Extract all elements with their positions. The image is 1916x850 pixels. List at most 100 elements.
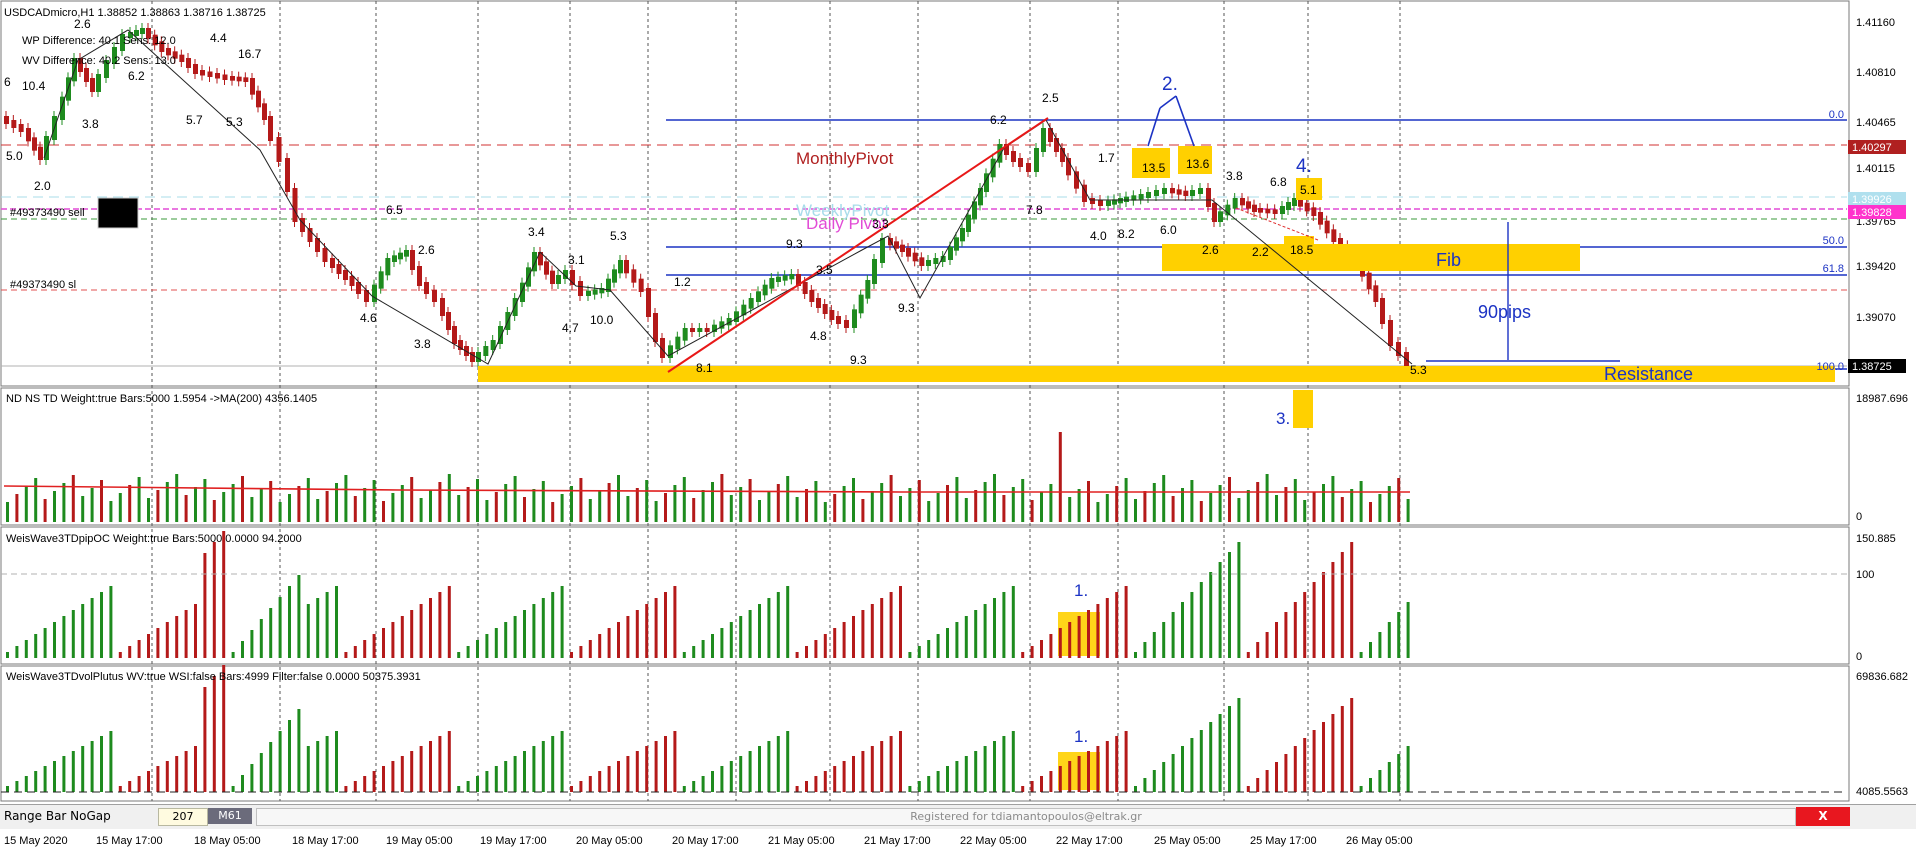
histogram-bar [513, 476, 517, 522]
histogram-bar [1322, 572, 1325, 658]
histogram-bar [128, 485, 132, 522]
wave-number: 3.3 [872, 217, 889, 231]
histogram-bar [485, 500, 489, 522]
histogram-bar [1002, 736, 1006, 792]
candle-body [1246, 201, 1251, 209]
histogram-bar [1096, 604, 1100, 658]
histogram-bar [974, 610, 978, 658]
histogram-bar [259, 619, 263, 658]
candle-body [4, 116, 9, 124]
candle-body [894, 241, 899, 249]
histogram-bar [842, 622, 846, 658]
candle-body [906, 248, 911, 257]
histogram-bar [325, 736, 329, 792]
histogram-bar [1387, 762, 1391, 792]
histogram-bar [344, 786, 348, 792]
histogram-bar [645, 746, 649, 792]
histogram-bar [306, 478, 310, 522]
histogram-bar [748, 610, 752, 658]
box-mark-3 [1293, 390, 1313, 428]
candle-body [690, 328, 695, 332]
ndns-panel[interactable] [0, 387, 1850, 526]
histogram-bar [720, 628, 724, 658]
histogram-bar [62, 756, 66, 792]
candle-body [38, 146, 43, 160]
histogram-bar [1340, 706, 1344, 792]
histogram-bar [81, 604, 85, 658]
histogram-bar [81, 496, 85, 522]
histogram-bar [269, 481, 273, 522]
histogram-bar [1228, 477, 1231, 522]
timeframe-badge[interactable]: M61 [208, 808, 252, 824]
histogram-bar [269, 608, 273, 658]
histogram-bar [43, 628, 47, 658]
histogram-bar [955, 761, 959, 792]
histogram-bar [1303, 592, 1307, 658]
histogram-bar [100, 736, 103, 792]
wwvol-scale-bottom: 4085.5563 [1856, 786, 1908, 798]
histogram-bar [1087, 610, 1090, 658]
main-panel[interactable] [0, 0, 1850, 387]
histogram-bar [382, 766, 385, 792]
wave-number: 5.0 [6, 149, 23, 163]
histogram-bar [1378, 770, 1382, 792]
histogram-bar [325, 491, 329, 522]
histogram-bar [1162, 475, 1166, 522]
candle-body [1388, 320, 1393, 346]
histogram-bar [118, 786, 122, 792]
histogram-bar [353, 496, 357, 522]
histogram-bar [993, 598, 996, 658]
bar-count-field[interactable]: 207 [158, 808, 208, 826]
histogram-bar [6, 502, 9, 522]
histogram-bar [34, 634, 38, 658]
close-button[interactable]: X [1796, 807, 1850, 826]
histogram-bar [1312, 582, 1316, 658]
histogram-bar [109, 501, 113, 522]
candle-body [336, 264, 342, 274]
histogram-bar [372, 771, 376, 792]
histogram-bar [805, 489, 808, 522]
histogram-bar [34, 478, 38, 522]
histogram-bar [635, 488, 639, 522]
histogram-bar [24, 640, 28, 658]
candle-body [96, 74, 101, 92]
wave-number: 3.1 [568, 253, 585, 267]
histogram-bar [344, 475, 348, 522]
mark-4-label: 4. [1296, 156, 1312, 177]
wave-number: 8.2 [1118, 227, 1135, 241]
candle-body [404, 250, 409, 257]
histogram-bar [53, 491, 56, 522]
fib-level-label: 0.0 [1829, 109, 1844, 121]
histogram-bar [34, 771, 38, 792]
histogram-bar [682, 477, 686, 522]
histogram-bar [1040, 492, 1043, 522]
price-tick: 1.39420 [1856, 261, 1896, 273]
candle-body [1090, 198, 1095, 204]
wave-number: 5.3 [1410, 363, 1427, 377]
histogram-bar [1246, 652, 1250, 658]
histogram-bar [889, 475, 893, 522]
histogram-bar [748, 479, 752, 522]
histogram-bar [137, 640, 141, 658]
candle-body [912, 252, 918, 262]
chart-canvas[interactable]: USDCADmicro,H1 1.38852 1.38863 1.38716 1… [0, 0, 1916, 850]
histogram-bar [560, 731, 564, 792]
histogram-bar [776, 592, 780, 658]
histogram-bar [823, 502, 827, 522]
candle-body [816, 298, 821, 308]
histogram-bar [598, 491, 602, 522]
histogram-bar [513, 616, 517, 658]
histogram-bar [946, 628, 949, 658]
histogram-bar [306, 604, 310, 658]
histogram-bar [1049, 634, 1053, 658]
wwvol-panel[interactable] [0, 665, 1850, 802]
candle-body [1380, 298, 1385, 324]
histogram-bar [1209, 493, 1213, 522]
histogram-bar [147, 498, 150, 522]
candle-body [966, 214, 971, 232]
wwpip-panel[interactable] [0, 526, 1850, 665]
histogram-bar [1199, 582, 1203, 658]
candle-body [829, 310, 835, 320]
histogram-bar [1115, 592, 1119, 658]
histogram-bar [476, 640, 479, 658]
